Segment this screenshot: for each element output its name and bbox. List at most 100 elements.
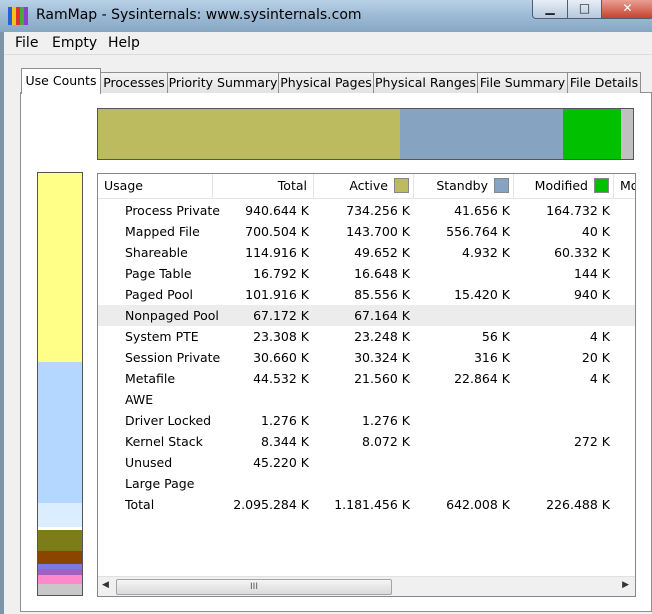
cell-active: 16.648 K xyxy=(354,266,410,281)
list-rows: Process Private 940.644 K 734.256 K 41.656 … xyxy=(98,200,635,515)
cell-standby: 15.420 K xyxy=(454,287,510,302)
table-row[interactable]: System PTE 23.308 K 23.248 K 56 K 4 K xyxy=(98,326,635,347)
close-button[interactable]: ✕ xyxy=(601,0,652,19)
tab-use-counts[interactable]: Use Counts xyxy=(21,68,101,94)
menu-help[interactable]: Help xyxy=(108,35,140,51)
title-bar[interactable]: RamMap - Sysinternals: www.sysinternals.… xyxy=(0,0,652,32)
tab-priority-summary[interactable]: Priority Summary xyxy=(167,72,279,93)
cell-active: 8.072 K xyxy=(362,434,410,449)
cell-modified: 144 K xyxy=(573,266,610,281)
column-usage-label: Usage xyxy=(104,178,143,193)
table-row[interactable]: Driver Locked 1.276 K 1.276 K xyxy=(98,410,635,431)
usage-bar-segment-process-private xyxy=(38,173,82,363)
tab-physical-ranges[interactable]: Physical Ranges xyxy=(373,72,478,93)
cell-total: 30.660 K xyxy=(253,350,309,365)
usage-bar-segment-nonpaged-pool xyxy=(38,550,82,565)
cell-total: 45.220 K xyxy=(253,455,309,470)
window-title: RamMap - Sysinternals: www.sysinternals.… xyxy=(36,7,362,23)
cell-standby: 4.932 K xyxy=(462,245,510,260)
table-row[interactable]: Kernel Stack 8.344 K 8.072 K 272 K xyxy=(98,431,635,452)
table-row[interactable]: Mapped File 700.504 K 143.700 K 556.764 K 40… xyxy=(98,221,635,242)
cell-standby: 316 K xyxy=(473,350,510,365)
cell-active: 143.700 K xyxy=(346,224,410,239)
cell-usage: Page Table xyxy=(125,266,192,281)
scroll-left-arrow-icon[interactable]: ◀ xyxy=(102,580,109,590)
usage-bar-segment-mapped-file xyxy=(38,362,82,504)
cell-total: 16.792 K xyxy=(253,266,309,281)
tab-file-details[interactable]: File Details xyxy=(567,72,641,93)
tab-processes[interactable]: Processes xyxy=(100,72,168,93)
cell-usage: Driver Locked xyxy=(125,413,212,428)
cell-total: 700.504 K xyxy=(245,224,309,239)
menu-bar: File Empty Help xyxy=(4,32,652,55)
cell-usage: Nonpaged Pool xyxy=(125,308,219,323)
cell-total: 940.644 K xyxy=(245,203,309,218)
cell-active: 85.556 K xyxy=(354,287,410,302)
cell-usage: Mapped File xyxy=(125,224,200,239)
cell-modified: 940 K xyxy=(573,287,610,302)
cell-standby: 41.656 K xyxy=(454,203,510,218)
menu-file[interactable]: File xyxy=(15,35,38,51)
cell-total: 101.916 K xyxy=(245,287,309,302)
app-icon-stripe xyxy=(24,7,28,25)
maximize-button[interactable]: □ xyxy=(567,0,602,19)
cell-active: 49.652 K xyxy=(354,245,410,260)
standby-color-swatch xyxy=(494,178,509,193)
cell-usage: Metafile xyxy=(125,371,176,386)
table-row[interactable]: Nonpaged Pool 67.172 K 67.164 K xyxy=(98,305,635,326)
column-standby[interactable]: Standby xyxy=(414,174,514,198)
table-row[interactable]: Session Private 30.660 K 30.324 K 316 K 20 K xyxy=(98,347,635,368)
scroll-right-arrow-icon[interactable]: ▶ xyxy=(622,580,629,590)
minimize-button[interactable]: ▁ xyxy=(532,0,568,19)
column-modified[interactable]: Modified xyxy=(514,174,614,198)
table-row[interactable]: Process Private 940.644 K 734.256 K 41.656 … xyxy=(98,200,635,221)
table-row[interactable]: Page Table 16.792 K 16.648 K 144 K xyxy=(98,263,635,284)
cell-modified: 226.488 K xyxy=(546,497,610,512)
cell-modified: 4 K xyxy=(589,371,610,386)
list-header: Usage Total Active Standby Modified Mo xyxy=(98,174,635,199)
cell-modified: 164.732 K xyxy=(546,203,610,218)
cell-modified: 4 K xyxy=(589,329,610,344)
rammap-app-icon xyxy=(8,7,28,25)
memory-priority-bar xyxy=(97,108,634,160)
horizontal-scrollbar[interactable]: ◀ III ▶ xyxy=(98,576,635,596)
menu-empty[interactable]: Empty xyxy=(52,35,97,51)
scroll-thumb[interactable]: III xyxy=(116,579,392,595)
active-color-swatch xyxy=(394,178,409,193)
cell-usage: Shareable xyxy=(125,245,188,260)
column-active-label: Active xyxy=(349,178,388,193)
cell-total: 23.308 K xyxy=(253,329,309,344)
cell-total: 44.532 K xyxy=(253,371,309,386)
cell-usage: Session Private xyxy=(125,350,221,365)
cell-usage: Process Private xyxy=(125,203,220,218)
column-more[interactable]: Mo xyxy=(614,174,635,198)
cell-active: 1.276 K xyxy=(362,413,410,428)
table-row[interactable]: Shareable 114.916 K 49.652 K 4.932 K 60.332 … xyxy=(98,242,635,263)
table-row[interactable]: AWE xyxy=(98,389,635,410)
cell-usage: AWE xyxy=(125,392,154,407)
tab-physical-pages[interactable]: Physical Pages xyxy=(278,72,374,93)
priority-bar-segment-standby xyxy=(399,109,564,159)
table-row[interactable]: Total 2.095.284 K 1.181.456 K 642.008 K 226.… xyxy=(98,494,635,515)
table-row[interactable]: Unused 45.220 K xyxy=(98,452,635,473)
column-standby-label: Standby xyxy=(436,178,488,193)
column-usage[interactable]: Usage xyxy=(98,174,213,198)
cell-usage: Unused xyxy=(125,455,173,470)
column-modified-label: Modified xyxy=(534,178,588,193)
table-row[interactable]: Metafile 44.532 K 21.560 K 22.864 K 4 K xyxy=(98,368,635,389)
modified-color-swatch xyxy=(594,178,609,193)
cell-standby: 22.864 K xyxy=(454,371,510,386)
use-counts-list[interactable]: Usage Total Active Standby Modified Mo P… xyxy=(97,173,636,597)
usage-bar-segment-metafile xyxy=(38,575,82,584)
table-row[interactable]: Paged Pool 101.916 K 85.556 K 15.420 K 940 K xyxy=(98,284,635,305)
tab-file-summary[interactable]: File Summary xyxy=(477,72,568,93)
cell-active: 67.164 K xyxy=(354,308,410,323)
column-active[interactable]: Active xyxy=(314,174,414,198)
column-total[interactable]: Total xyxy=(213,174,314,198)
table-row[interactable]: Large Page xyxy=(98,473,635,494)
cell-modified: 272 K xyxy=(573,434,610,449)
usage-bar-segment-paged-pool xyxy=(38,529,82,551)
cell-modified: 60.332 K xyxy=(554,245,610,260)
cell-active: 23.248 K xyxy=(354,329,410,344)
cell-active: 21.560 K xyxy=(354,371,410,386)
